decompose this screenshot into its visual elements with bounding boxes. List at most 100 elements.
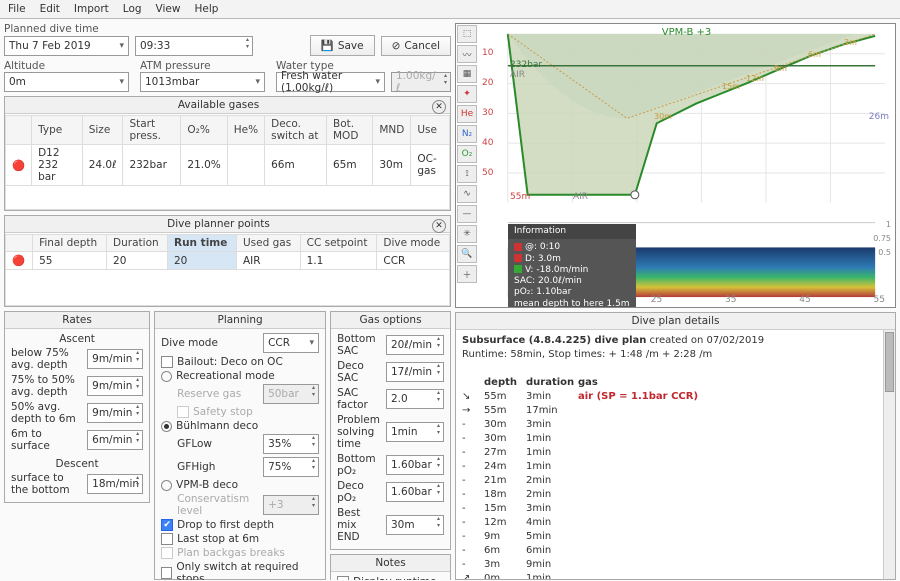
gasopt-field-1[interactable]: 17ℓ/min (386, 362, 444, 382)
planner-points-panel: Dive planner points ✕ Final depthDuration… (4, 215, 451, 307)
drop-check[interactable] (161, 519, 173, 531)
details-scrollbar[interactable] (883, 330, 895, 579)
rate-label: 50% avg. depth to 6m (11, 401, 81, 425)
plan-row: -15m3min (462, 502, 889, 516)
plan-details-panel: Dive plan details Subsurface (4.8.4.225)… (455, 312, 896, 580)
plan-row: -21m2min (462, 474, 889, 488)
gases-close-icon[interactable]: ✕ (432, 100, 446, 114)
tool-graph[interactable]: ∿ (457, 185, 477, 203)
notes-panel: Notes Display runtimeDisplay segment dur… (330, 554, 451, 580)
tool-bar[interactable]: ⟟ (457, 165, 477, 183)
plan-row: ↘55m3minair (SP = 1.1bar CCR) (462, 390, 889, 404)
menu-file[interactable]: File (8, 3, 26, 15)
available-gases-title: Available gases (178, 99, 259, 111)
planning-panel: Planning Dive mode CCR Bailout: Deco on … (154, 311, 326, 580)
buhlmann-radio[interactable] (161, 421, 172, 432)
details-body[interactable]: Subsurface (4.8.4.225) dive plan created… (456, 330, 895, 579)
cancel-button[interactable]: ⊘ Cancel (381, 36, 451, 56)
tool-plus[interactable]: ＋ (457, 265, 477, 283)
save-button[interactable]: 💾 Save (310, 35, 375, 56)
gas-options-panel: Gas options Bottom SAC 20ℓ/min Deco SAC 17ℓ… (330, 311, 451, 550)
gasopt-label: Deco SAC (337, 360, 380, 384)
backgas-check (161, 547, 173, 559)
dive-profile-chart[interactable]: ⬚ 〰 ▦ ✦ He N₂ O₂ ⟟ ∿ — ✳ 🔍 ＋ (455, 23, 896, 308)
gasopt-field-3[interactable]: 1min (386, 422, 444, 442)
menubar: File Edit Import Log View Help (0, 0, 900, 19)
bailout-check[interactable] (161, 356, 173, 368)
onlyswitch-check[interactable] (161, 567, 172, 579)
gas-row[interactable]: 🔴 D12 232 bar24.0ℓ232bar 21.0%66m 65m30m… (6, 145, 450, 186)
plan-row: →55m17min (462, 404, 889, 418)
menu-import[interactable]: Import (74, 3, 109, 15)
tool-4[interactable]: ✦ (457, 85, 477, 103)
gasopt-label: SAC factor (337, 387, 380, 411)
rate-label: 75% to 50% avg. depth (11, 374, 81, 398)
planned-time-label: Planned dive time (4, 23, 451, 35)
plan-row: -27m1min (462, 446, 889, 460)
gasopt-field-5[interactable]: 1.60bar (386, 482, 444, 502)
gasopt-label: Bottom SAC (337, 333, 380, 357)
tool-o2[interactable]: O₂ (457, 145, 477, 163)
atm-field[interactable]: 1013mbar (140, 72, 265, 92)
safety-check (177, 406, 189, 418)
tool-1[interactable]: ⬚ (457, 25, 477, 43)
altitude-label: Altitude (4, 60, 134, 72)
gasopt-field-0[interactable]: 20ℓ/min (386, 335, 444, 355)
vpmb-radio[interactable] (161, 480, 172, 491)
points-table[interactable]: Final depthDuration Run time Used gasCC … (5, 234, 450, 306)
rate-75to50[interactable]: 9m/min (87, 376, 143, 396)
descent-row-label: surface to the bottom (11, 472, 81, 496)
available-gases-panel: Available gases ✕ TypeSizeStart press. O₂… (4, 96, 451, 211)
plan-row: -24m1min (462, 460, 889, 474)
gas-label-bottom: AIR (573, 192, 588, 202)
reserve-gas: 50bar (263, 384, 319, 404)
gasopt-field-4[interactable]: 1.60bar (386, 455, 444, 475)
plan-row: -12m4min (462, 516, 889, 530)
point-row[interactable]: 🔴 5520 20 AIR1.1CCR (6, 252, 450, 270)
rate-below75[interactable]: 9m/min (87, 349, 143, 369)
planner-points-title: Dive planner points (167, 218, 270, 230)
tool-zoom[interactable]: 🔍 (457, 245, 477, 263)
gas-label-left: AIR (510, 70, 525, 80)
chart-toolstrip: ⬚ 〰 ▦ ✦ He N₂ O₂ ⟟ ∿ — ✳ 🔍 ＋ (456, 24, 478, 307)
altitude-field[interactable]: 0m (4, 72, 129, 92)
rate-6tosurf[interactable]: 6m/min (87, 430, 143, 450)
rates-panel: Rates Ascent below 75% avg. depth9m/min … (4, 311, 150, 503)
tool-n2[interactable]: N₂ (457, 125, 477, 143)
tool-he[interactable]: He (457, 105, 477, 123)
tool-2[interactable]: 〰 (457, 45, 477, 63)
menu-view[interactable]: View (156, 3, 181, 15)
notes-check-0[interactable] (337, 576, 349, 580)
menu-help[interactable]: Help (194, 3, 218, 15)
gasopt-field-6[interactable]: 30m (386, 515, 444, 535)
points-close-icon[interactable]: ✕ (432, 219, 446, 233)
gasopt-field-2[interactable]: 2.0 (386, 389, 444, 409)
gfhigh-field[interactable]: 75% (263, 457, 319, 477)
last6-check[interactable] (161, 533, 173, 545)
depth-26m-label: 26m (869, 112, 889, 122)
recreational-radio[interactable] (161, 371, 172, 382)
menu-log[interactable]: Log (123, 3, 142, 15)
rate-label: below 75% avg. depth (11, 347, 81, 371)
rate-descent[interactable]: 18m/min (87, 474, 143, 494)
conservatism-field: +3 (263, 495, 319, 515)
tool-3[interactable]: ▦ (457, 65, 477, 83)
rate-label: 6m to surface (11, 428, 81, 452)
tool-gear[interactable]: ✳ (457, 225, 477, 243)
rates-title: Rates (5, 312, 149, 329)
plan-row: -18m2min (462, 488, 889, 502)
plan-row: -9m5min (462, 530, 889, 544)
time-field[interactable]: 09:33 (135, 36, 253, 56)
menu-edit[interactable]: Edit (40, 3, 60, 15)
gasopt-label: Bottom pO₂ (337, 453, 380, 477)
water-type-field[interactable]: Fresh water (1.00kg/ℓ) (276, 72, 385, 92)
gases-table[interactable]: TypeSizeStart press. O₂%He%Deco. switch … (5, 115, 450, 210)
date-field[interactable]: Thu 7 Feb 2019 (4, 36, 129, 56)
dive-mode-select[interactable]: CCR (263, 333, 319, 353)
tool-line[interactable]: — (457, 205, 477, 223)
pressure-label: 232bar (510, 60, 542, 70)
rate-50to6[interactable]: 9m/min (87, 403, 143, 423)
gflow-field[interactable]: 35% (263, 434, 319, 454)
gasopt-title: Gas options (331, 312, 450, 329)
depth-55m-label: 55m (510, 192, 530, 202)
